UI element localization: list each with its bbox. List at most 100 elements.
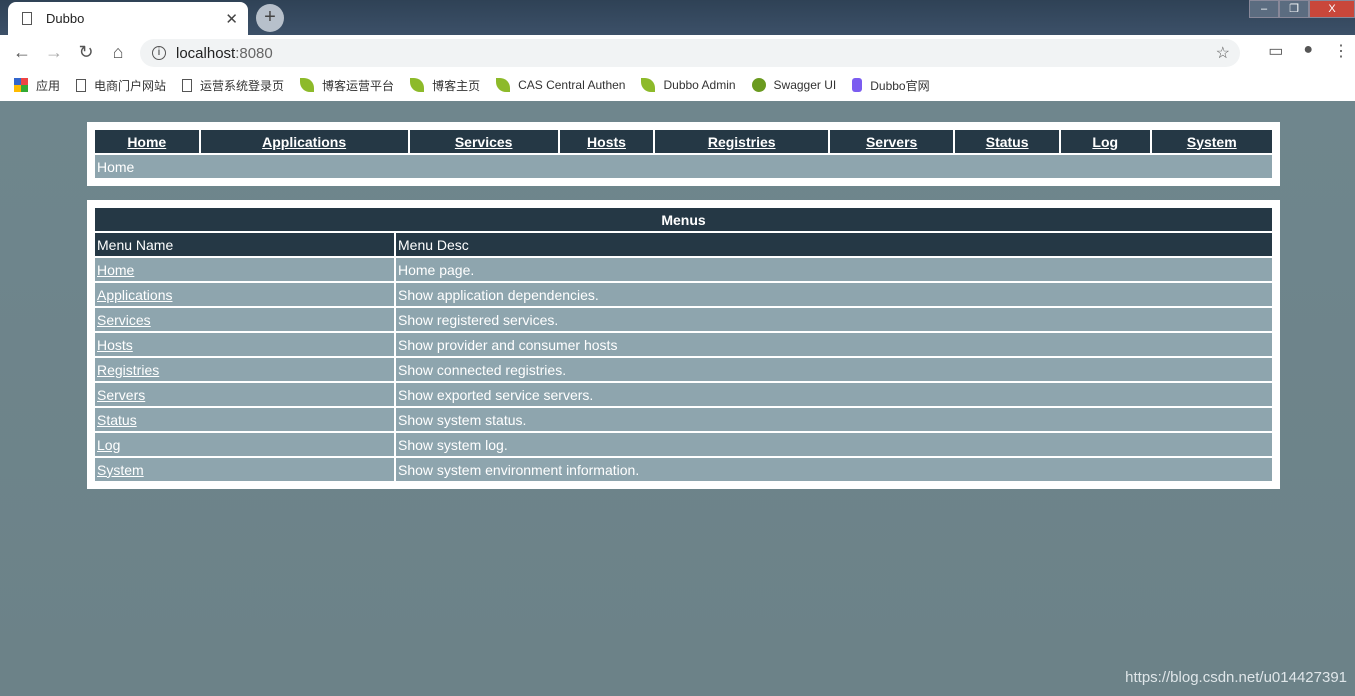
menu-desc: Show registered services. [398, 311, 559, 328]
menu-name-cell: Hosts [95, 333, 394, 356]
menu-link-servers[interactable]: Servers [97, 387, 145, 403]
menu-desc: Show system log. [398, 436, 508, 453]
back-icon[interactable]: ← [6, 42, 38, 63]
nav-link-system[interactable]: System [1187, 134, 1237, 150]
bookmark-star-icon[interactable]: ☆ [1216, 43, 1230, 63]
apps-icon [14, 78, 28, 92]
nav-link-services[interactable]: Services [455, 134, 513, 150]
dubbo-icon [852, 78, 863, 92]
nav-link-registries[interactable]: Registries [708, 134, 776, 150]
home-icon[interactable]: ⌂ [102, 42, 134, 63]
nav-link-applications[interactable]: Applications [262, 134, 346, 150]
spring-leaf-icon [300, 78, 315, 92]
table-row: Registries Show connected registries. [95, 358, 1272, 381]
bookmark-item[interactable]: Swagger UI [751, 78, 837, 92]
bookmark-label: 运营系统登录页 [200, 78, 285, 93]
page-content: Home Applications Services Hosts Registries S… [0, 101, 1355, 696]
address-bar[interactable]: i localhost:8080 ☆ [140, 39, 1240, 67]
menu-link-services[interactable]: Services [97, 312, 151, 328]
nav-cell: Log [1061, 130, 1150, 153]
table-row: Log Show system log. [95, 433, 1272, 456]
menu-name-cell: Applications [95, 283, 394, 306]
bookmark-label: Dubbo Admin [663, 78, 736, 92]
spring-leaf-icon [410, 78, 425, 92]
reload-icon[interactable]: ↻ [70, 42, 102, 63]
bookmark-label: CAS Central Authen [518, 78, 626, 92]
table-row: System Show system environment informatio… [95, 458, 1272, 481]
restore-button[interactable]: ❐ [1279, 0, 1309, 18]
nav-link-home[interactable]: Home [127, 134, 166, 150]
menu-desc: Show application dependencies. [398, 286, 599, 303]
menu-name-cell: Home [95, 258, 394, 281]
bookmark-label: 应用 [36, 78, 61, 93]
bookmark-item[interactable]: 运营系统登录页 [182, 77, 284, 94]
menu-icon[interactable]: ⋮ [1333, 41, 1349, 61]
new-tab-button[interactable]: + [256, 4, 284, 32]
bookmark-item[interactable]: 应用 [14, 77, 60, 94]
menu-link-registries[interactable]: Registries [97, 362, 159, 378]
nav-cell: Servers [830, 130, 953, 153]
profile-icon[interactable]: ● [1303, 41, 1313, 61]
nav-cell: Registries [655, 130, 828, 153]
forward-icon[interactable]: → [38, 42, 70, 63]
close-tab-icon[interactable]: ✕ [225, 10, 238, 28]
nav-link-servers[interactable]: Servers [866, 134, 917, 150]
table-row: Applications Show application dependencie… [95, 283, 1272, 306]
nav-cell: Home [95, 130, 199, 153]
info-icon[interactable]: i [152, 46, 166, 60]
table-row: Hosts Show provider and consumer hosts [95, 333, 1272, 356]
browser-toolbar: ← → ↻ ⌂ i localhost:8080 ☆ ▭ ● ⋮ [0, 35, 1355, 69]
menus-title: Menus [661, 211, 706, 228]
minimize-button[interactable]: – [1249, 0, 1279, 18]
nav-link-log[interactable]: Log [1092, 134, 1118, 150]
nav-cell: Status [955, 130, 1059, 153]
column-header-desc: Menu Desc [398, 236, 469, 253]
menu-name-cell: Status [95, 408, 394, 431]
bookmark-item[interactable]: Dubbo官网 [852, 77, 930, 94]
menu-link-status[interactable]: Status [97, 412, 137, 428]
menu-desc: Home page. [398, 261, 475, 278]
table-row: Services Show registered services. [95, 308, 1272, 331]
bookmark-item[interactable]: 博客主页 [410, 77, 480, 94]
tab-title: Dubbo [46, 11, 85, 26]
bookmark-item[interactable]: Dubbo Admin [641, 78, 736, 92]
nav-cell: Applications [201, 130, 408, 153]
nav-cell: Hosts [560, 130, 654, 153]
menu-link-home[interactable]: Home [97, 262, 134, 278]
bookmark-item[interactable]: 博客运营平台 [300, 77, 394, 94]
menu-link-applications[interactable]: Applications [97, 287, 173, 303]
breadcrumb: Home [97, 158, 135, 175]
bookmark-item[interactable]: 电商门户网站 [76, 77, 166, 94]
table-row: Home Home page. [95, 258, 1272, 281]
menu-desc: Show system environment information. [398, 461, 640, 478]
browser-titlebar: Dubbo ✕ + – ❐ X [0, 0, 1355, 35]
browser-tab[interactable]: Dubbo ✕ [8, 2, 248, 35]
nav-link-hosts[interactable]: Hosts [587, 134, 626, 150]
swagger-icon [751, 78, 766, 92]
menu-desc: Show exported service servers. [398, 386, 594, 403]
bookmark-label: 博客主页 [432, 78, 481, 93]
bookmark-label: Swagger UI [773, 78, 837, 92]
url-host: localhost [176, 44, 236, 62]
menu-desc: Show provider and consumer hosts [398, 336, 618, 353]
nav-link-status[interactable]: Status [986, 134, 1029, 150]
bookmark-label: 电商门户网站 [94, 78, 167, 93]
menu-name-cell: Services [95, 308, 394, 331]
menu-link-log[interactable]: Log [97, 437, 120, 453]
watermark: https://blog.csdn.net/u014427391 [1125, 669, 1347, 686]
spring-leaf-icon [496, 78, 511, 92]
menu-name-cell: System [95, 458, 394, 481]
page-icon [182, 78, 193, 92]
spring-leaf-icon [641, 78, 656, 92]
table-row: Status Show system status. [95, 408, 1272, 431]
menu-link-hosts[interactable]: Hosts [97, 337, 133, 353]
menu-name-cell: Log [95, 433, 394, 456]
bookmark-item[interactable]: CAS Central Authen [496, 78, 625, 92]
page-icon [76, 78, 87, 92]
close-window-button[interactable]: X [1309, 0, 1355, 18]
bookmark-label: Dubbo官网 [870, 78, 930, 93]
screenshot-icon[interactable]: ▭ [1268, 41, 1283, 61]
bookmarks-bar: 应用 电商门户网站 运营系统登录页 博客运营平台 博客主页 CAS Central Aut… [0, 69, 1355, 101]
menu-link-system[interactable]: System [97, 462, 144, 478]
nav-box: Home Applications Services Hosts Registries S… [87, 122, 1280, 186]
